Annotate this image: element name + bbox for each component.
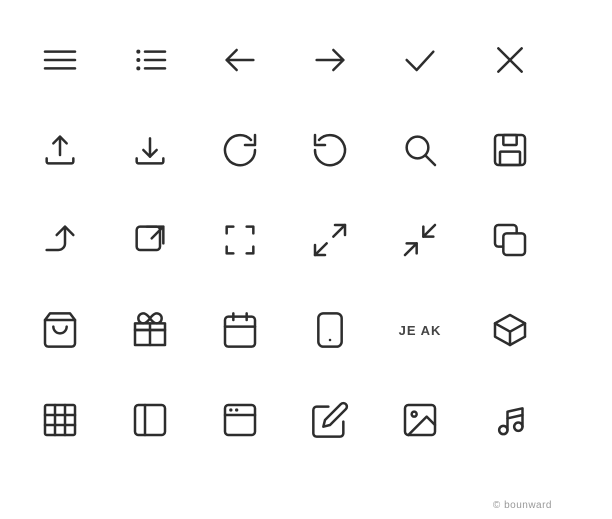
music-note-icon — [470, 380, 550, 460]
list-menu-icon — [110, 20, 190, 100]
edit-pencil-icon — [290, 380, 370, 460]
close-icon — [470, 20, 550, 100]
upload-icon — [20, 110, 100, 190]
table-icon — [20, 380, 100, 460]
download-icon — [110, 110, 190, 190]
refresh-ccw-icon — [290, 110, 370, 190]
compress-icon — [380, 200, 460, 280]
icon-grid: JE AK — [0, 0, 612, 480]
share-forward-icon — [20, 200, 100, 280]
watermark-text: © bounward — [493, 500, 552, 511]
save-icon — [470, 110, 550, 190]
arrow-right-icon — [290, 20, 370, 100]
search-icon — [380, 110, 460, 190]
browser-window-icon — [200, 380, 280, 460]
hamburger-menu-icon — [20, 20, 100, 100]
shopping-bag-icon — [20, 290, 100, 370]
calendar-icon — [200, 290, 280, 370]
image-icon — [380, 380, 460, 460]
external-link-icon — [110, 200, 190, 280]
checkmark-icon — [380, 20, 460, 100]
cube-3d-icon — [470, 290, 550, 370]
je-ak-text: JE AK — [399, 323, 442, 338]
mobile-icon — [290, 290, 370, 370]
frame-icon — [200, 200, 280, 280]
arrow-left-icon — [200, 20, 280, 100]
sidebar-panel-icon — [110, 380, 190, 460]
copy-icon — [470, 200, 550, 280]
gift-icon — [110, 290, 190, 370]
refresh-cw-icon — [200, 110, 280, 190]
expand-icon — [290, 200, 370, 280]
text-overlay-cell: JE AK — [380, 290, 460, 370]
